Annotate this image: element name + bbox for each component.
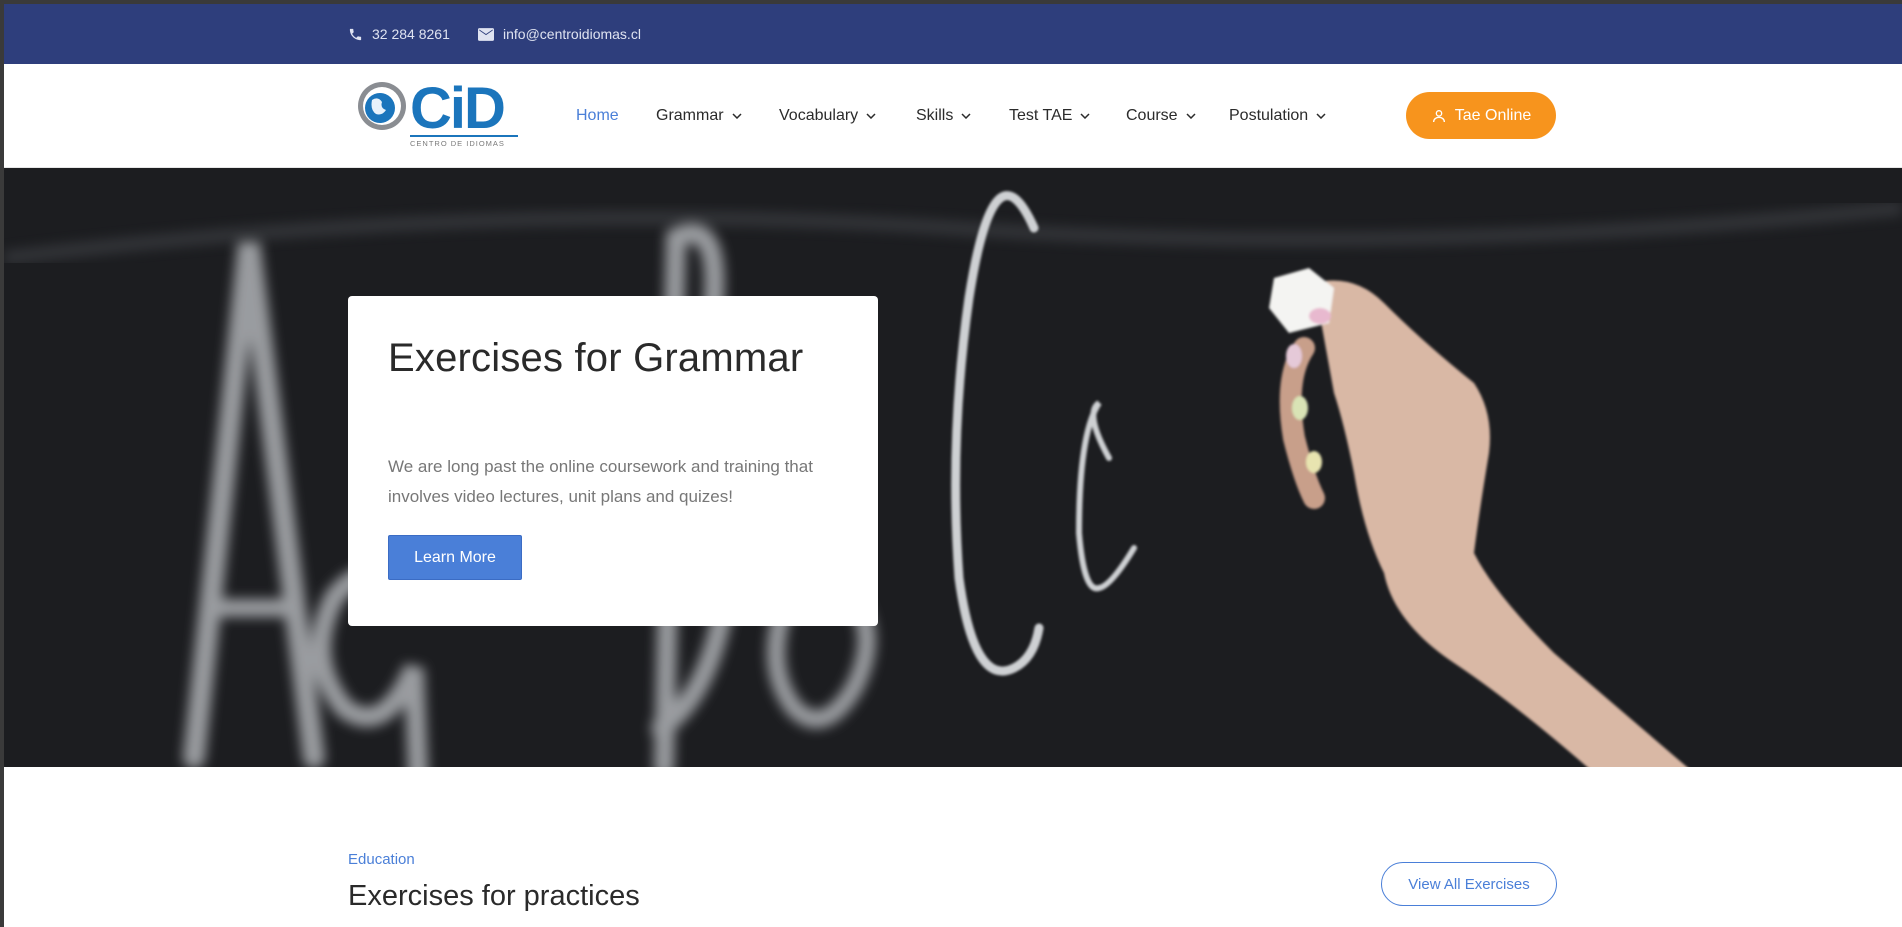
nav-vocabulary-label: Vocabulary <box>779 107 859 124</box>
chevron-down-icon <box>1186 113 1196 119</box>
nav-grammar[interactable]: Grammar <box>656 64 742 168</box>
nav-skills-label: Skills <box>916 107 954 124</box>
hero-banner: Exercises for Grammar We are long past t… <box>4 168 1902 767</box>
section-eyebrow: Education <box>348 851 415 868</box>
logo-subtitle: CENTRO DE IDIOMAS <box>410 139 505 148</box>
nav-vocabulary[interactable]: Vocabulary <box>779 64 876 168</box>
browser-viewport: 32 284 8261 info@centroidiomas.cl CiD CE… <box>4 4 1902 927</box>
logo-wordmark: CiD <box>410 80 504 141</box>
nav-course-label: Course <box>1126 107 1178 124</box>
chevron-down-icon <box>866 113 876 119</box>
nav-home-label: Home <box>576 107 619 124</box>
nav-test-tae[interactable]: Test TAE <box>1009 64 1090 168</box>
section-title: Exercises for practices <box>348 880 640 912</box>
phone-contact[interactable]: 32 284 8261 <box>348 4 450 64</box>
nav-skills[interactable]: Skills <box>916 64 971 168</box>
hero-description: We are long past the online coursework a… <box>388 457 813 506</box>
mail-icon <box>478 27 494 41</box>
nav-test-tae-label: Test TAE <box>1009 107 1073 124</box>
hero-card: Exercises for Grammar We are long past t… <box>348 296 878 626</box>
nav-home[interactable]: Home <box>576 64 619 168</box>
phone-icon <box>349 28 362 40</box>
user-icon <box>1432 109 1445 122</box>
top-contact-bar: 32 284 8261 info@centroidiomas.cl <box>4 4 1902 64</box>
email-address: info@centroidiomas.cl <box>503 26 641 42</box>
chalkboard-image <box>4 168 1902 767</box>
hero-title: Exercises for Grammar <box>388 336 804 380</box>
chevron-down-icon <box>732 113 742 119</box>
nav-postulation[interactable]: Postulation <box>1229 64 1326 168</box>
chevron-down-icon <box>961 113 971 119</box>
site-logo[interactable]: CiD CENTRO DE IDIOMAS <box>356 76 528 150</box>
phone-number: 32 284 8261 <box>372 26 450 42</box>
main-navbar: CiD CENTRO DE IDIOMAS Home Grammar Vocab… <box>4 64 1902 168</box>
view-all-exercises-button[interactable]: View All Exercises <box>1381 862 1557 906</box>
chevron-down-icon <box>1080 113 1090 119</box>
nav-postulation-label: Postulation <box>1229 107 1309 124</box>
chevron-down-icon <box>1316 113 1326 119</box>
tae-online-button[interactable]: Tae Online <box>1406 92 1556 139</box>
email-contact[interactable]: info@centroidiomas.cl <box>478 4 641 64</box>
nav-course[interactable]: Course <box>1126 64 1196 168</box>
tae-online-label: Tae Online <box>1454 106 1532 124</box>
nav-grammar-label: Grammar <box>656 107 724 124</box>
learn-more-button[interactable]: Learn More <box>388 535 522 580</box>
